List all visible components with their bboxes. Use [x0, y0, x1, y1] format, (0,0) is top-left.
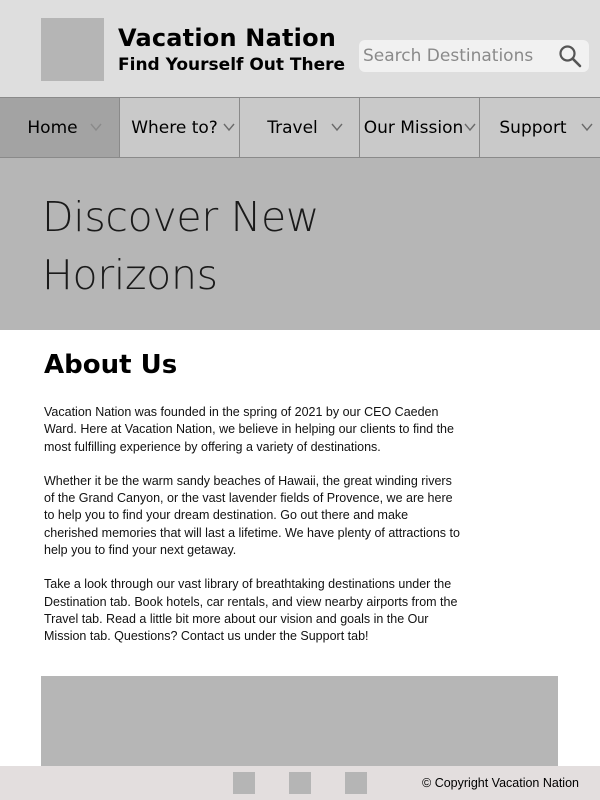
nav-item-home[interactable]: Home — [0, 98, 120, 157]
about-heading: About Us — [44, 350, 178, 380]
social-icon[interactable] — [289, 772, 311, 794]
copyright-text: © Copyright Vacation Nation — [422, 776, 579, 790]
nav-item-label: Where to? — [131, 117, 218, 138]
chevron-down-icon — [581, 123, 593, 132]
brand-tagline: Find Yourself Out There — [118, 55, 346, 75]
nav-item-support[interactable]: Support — [480, 98, 600, 157]
search-box — [359, 40, 589, 72]
chevron-down-icon — [331, 123, 343, 132]
site-footer: © Copyright Vacation Nation — [0, 766, 600, 800]
nav-item-our-mission[interactable]: Our Mission — [360, 98, 480, 157]
hero-title: Discover New Horizons — [42, 193, 320, 299]
search-input[interactable] — [363, 43, 553, 69]
social-icon[interactable] — [345, 772, 367, 794]
search-icon[interactable] — [558, 44, 582, 68]
chevron-down-icon — [90, 123, 102, 132]
about-body: Vacation Nation was founded in the sprin… — [44, 404, 464, 663]
logo-placeholder[interactable] — [41, 18, 104, 81]
nav-item-travel[interactable]: Travel — [240, 98, 360, 157]
image-placeholder — [41, 676, 558, 768]
nav-item-label: Our Mission — [363, 117, 464, 138]
chevron-down-icon — [464, 123, 476, 132]
brand-title: Vacation Nation — [118, 24, 337, 52]
nav-item-where-to[interactable]: Where to? — [120, 98, 240, 157]
hero-banner: Discover New Horizons — [0, 158, 600, 330]
site-header: Vacation Nation Find Yourself Out There — [0, 0, 600, 97]
about-paragraph: Whether it be the warm sandy beaches of … — [44, 473, 460, 558]
social-icon[interactable] — [233, 772, 255, 794]
nav-item-label: Support — [499, 117, 567, 138]
nav-item-label: Travel — [267, 117, 318, 138]
about-paragraph: Vacation Nation was founded in the sprin… — [44, 405, 454, 454]
nav-item-label: Home — [27, 117, 78, 138]
chevron-down-icon — [223, 123, 235, 132]
about-paragraph: Take a look through our vast library of … — [44, 577, 458, 644]
main-nav: Home Where to? Travel Our Mission Suppor… — [0, 97, 600, 158]
